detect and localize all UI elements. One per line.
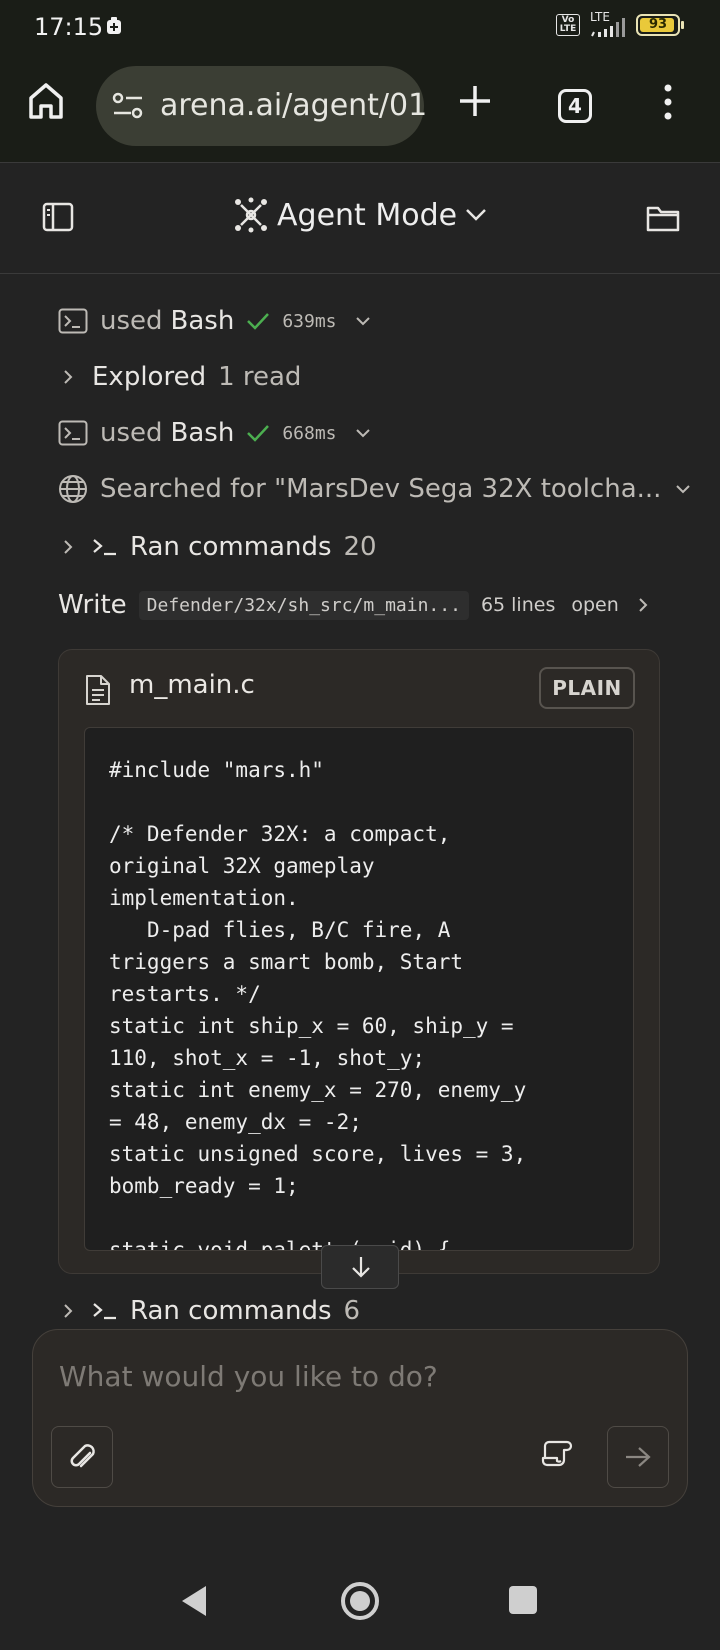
check-icon xyxy=(246,311,270,331)
chevron-right-icon xyxy=(637,597,649,613)
url-text[interactable]: arena.ai/agent/01 xyxy=(160,88,427,123)
activity-count: 1 read xyxy=(218,362,302,392)
line-count: 65 lines xyxy=(480,594,556,616)
tab-switcher-button[interactable]: 4 xyxy=(558,89,592,123)
activity-duration: 639ms xyxy=(282,310,337,332)
activity-search-text: Searched for "MarsDev Sega 32X toolcha..… xyxy=(100,474,662,504)
agent-icon xyxy=(233,197,269,233)
message-input[interactable]: What would you like to do? xyxy=(59,1360,438,1393)
activity-count: 20 xyxy=(343,532,377,562)
more-menu-icon[interactable] xyxy=(663,84,673,120)
activity-duration: 668ms xyxy=(282,422,337,444)
agent-mode-selector[interactable]: Agent Mode xyxy=(233,197,487,233)
check-icon xyxy=(246,423,270,443)
chevron-down-icon xyxy=(465,208,487,222)
prompt-icon xyxy=(92,538,118,556)
activity-title: Write xyxy=(58,590,127,620)
activity-tool: Bash xyxy=(170,418,235,448)
signal-icon: LTE xyxy=(588,10,628,38)
language-badge[interactable]: PLAIN xyxy=(539,667,635,709)
arrow-down-icon xyxy=(350,1255,372,1279)
file-preview-card: m_main.c PLAIN #include "mars.h" /* Defe… xyxy=(58,649,660,1274)
terminal-icon xyxy=(58,420,88,446)
sidebar-toggle-icon[interactable] xyxy=(42,202,74,232)
status-time: 17:15 xyxy=(34,13,104,41)
volte-icon: Vo LTE xyxy=(556,14,580,36)
activity-bash-1[interactable]: used Bash 639ms xyxy=(58,306,371,336)
activity-title: Ran commands xyxy=(130,532,332,562)
send-button[interactable] xyxy=(607,1426,669,1488)
activity-prefix: used xyxy=(100,418,163,448)
activity-count: 6 xyxy=(343,1296,361,1326)
chevron-right-icon xyxy=(62,369,74,385)
attach-button[interactable] xyxy=(51,1426,113,1488)
chevron-down-icon xyxy=(355,316,371,326)
home-icon[interactable] xyxy=(28,82,64,120)
browser-toolbar: arena.ai/agent/01 4 xyxy=(0,56,720,163)
open-link[interactable]: open xyxy=(571,594,618,616)
system-nav-bar xyxy=(0,1560,720,1650)
terminal-icon xyxy=(58,308,88,334)
activity-write[interactable]: Write Defender/32x/sh_src/m_main... 65 l… xyxy=(58,590,649,620)
globe-icon xyxy=(58,474,88,504)
prompt-icon xyxy=(92,1302,118,1320)
activity-bash-2[interactable]: used Bash 668ms xyxy=(58,418,371,448)
battery-icon: 93 xyxy=(636,14,684,36)
url-bar[interactable]: arena.ai/agent/01 xyxy=(96,66,427,146)
status-right: Vo LTE LTE 93 xyxy=(556,10,684,38)
home-nav-icon[interactable] xyxy=(340,1581,380,1621)
file-icon xyxy=(85,674,111,706)
status-bar: 17:15 Vo LTE LTE 93 xyxy=(0,0,720,56)
folder-icon[interactable] xyxy=(646,204,680,232)
recents-icon[interactable] xyxy=(508,1585,538,1615)
chevron-right-icon xyxy=(62,539,74,555)
scroll-icon[interactable] xyxy=(541,1438,573,1468)
file-name: m_main.c xyxy=(129,670,255,700)
activity-ran-commands-2[interactable]: Ran commands 6 xyxy=(58,1296,360,1326)
activity-tool: Bash xyxy=(170,306,235,336)
activity-explored[interactable]: Explored 1 read xyxy=(58,362,301,392)
site-settings-icon[interactable] xyxy=(112,91,144,121)
agent-mode-label: Agent Mode xyxy=(277,197,458,233)
activity-ran-commands[interactable]: Ran commands 20 xyxy=(58,532,377,562)
activity-search[interactable]: Searched for "MarsDev Sega 32X toolcha..… xyxy=(58,474,691,504)
arrow-right-icon xyxy=(624,1445,652,1469)
chevron-down-icon xyxy=(355,428,371,438)
activity-title: Explored xyxy=(92,362,207,392)
battery-level: 93 xyxy=(648,17,668,32)
back-icon[interactable] xyxy=(180,1584,208,1618)
chevron-down-icon xyxy=(675,484,691,494)
app-header: Agent Mode xyxy=(0,163,720,274)
activity-title: Ran commands xyxy=(130,1296,332,1326)
activity-prefix: used xyxy=(100,306,163,336)
notification-icon xyxy=(106,17,122,35)
scroll-down-button[interactable] xyxy=(321,1245,399,1289)
code-block[interactable]: #include "mars.h" /* Defender 32X: a com… xyxy=(84,727,634,1251)
file-path: Defender/32x/sh_src/m_main... xyxy=(138,590,469,620)
code-content: #include "mars.h" /* Defender 32X: a com… xyxy=(109,758,527,1251)
chevron-right-icon xyxy=(62,1303,74,1319)
paperclip-icon xyxy=(68,1441,98,1473)
message-composer: What would you like to do? xyxy=(32,1329,688,1507)
new-tab-icon[interactable] xyxy=(458,84,492,118)
